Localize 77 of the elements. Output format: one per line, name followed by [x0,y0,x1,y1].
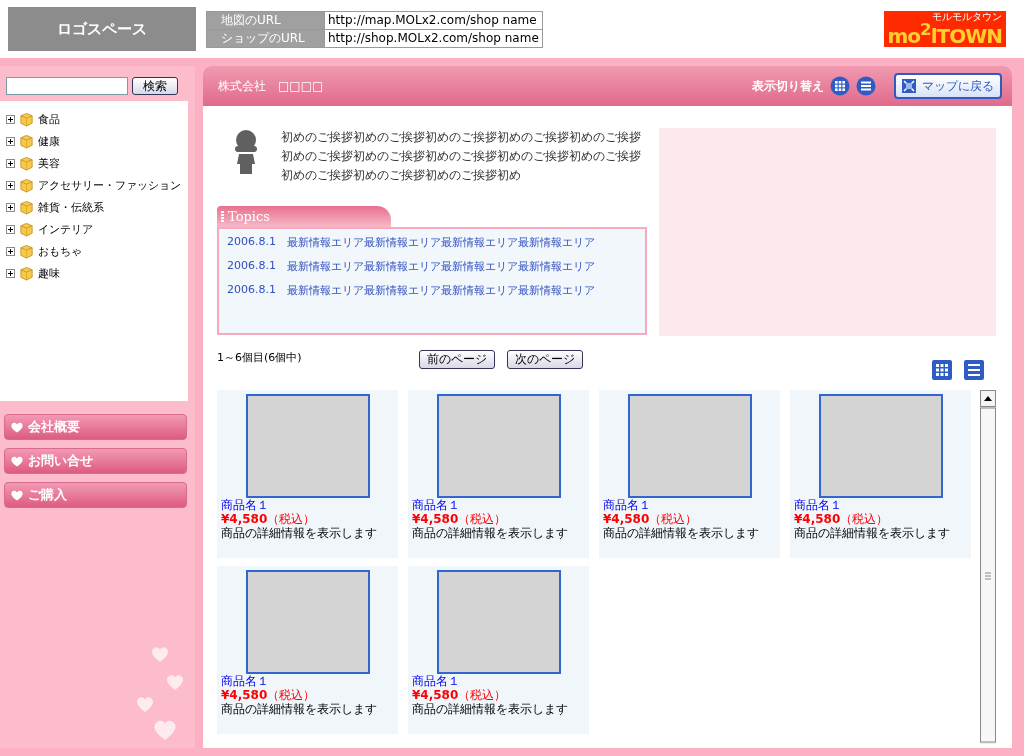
next-page-button[interactable]: 次のページ [507,350,583,369]
scrollbar[interactable] [980,390,996,744]
category-item[interactable]: おもちゃ [38,243,82,259]
product-name[interactable]: 商品名１ [221,674,269,688]
product-price: ¥4,580（税込） [603,512,698,526]
expand-icon[interactable] [6,180,15,190]
box-icon [19,199,34,215]
product-price: ¥4,580（税込） [412,688,507,702]
product-price: ¥4,580（税込） [221,512,316,526]
expand-arrows-icon [902,79,916,93]
category-item[interactable]: インテリア [38,221,93,237]
expand-icon[interactable] [6,202,15,212]
prev-page-button[interactable]: 前のページ [419,350,495,369]
topic-link[interactable]: 最新情報エリア最新情報エリア最新情報エリア最新情報エリア [287,283,595,298]
search-button[interactable]: 検索 [132,77,178,95]
product-name[interactable]: 商品名１ [221,498,269,512]
expand-icon[interactable] [6,268,15,278]
search-field[interactable] [6,77,128,95]
product-description: 商品の詳細情報を表示します [221,702,377,716]
product-card[interactable]: 商品名１ ¥4,580（税込） 商品の詳細情報を表示します [217,566,398,734]
heart-icon [11,421,23,433]
product-name[interactable]: 商品名１ [412,674,460,688]
product-card[interactable]: 商品名１ ¥4,580（税込） 商品の詳細情報を表示します [217,390,398,558]
topic-link[interactable]: 最新情報エリア最新情報エリア最新情報エリア最新情報エリア [287,235,595,250]
company-name: 株式会社 □□□□ [218,77,324,95]
topic-date: 2006.8.1 [227,259,273,274]
product-description: 商品の詳細情報を表示します [412,702,568,716]
product-description: 商品の詳細情報を表示します [603,526,759,540]
product-price: ¥4,580（税込） [412,512,507,526]
product-card[interactable]: 商品名１ ¥4,580（税込） 商品の詳細情報を表示します [408,390,589,558]
expand-icon[interactable] [6,246,15,256]
topic-date: 2006.8.1 [227,235,273,250]
expand-icon[interactable] [6,114,15,124]
product-name[interactable]: 商品名１ [603,498,651,512]
list-view-icon[interactable] [964,360,984,380]
product-name[interactable]: 商品名１ [794,498,842,512]
heart-icon [11,455,23,467]
category-item[interactable]: 食品 [38,111,60,127]
product-card[interactable]: 商品名１ ¥4,580（税込） 商品の詳細情報を表示します [408,566,589,734]
expand-icon[interactable] [6,224,15,234]
category-item[interactable]: 健康 [38,133,60,149]
greeting-text: 初めのご挨拶初めのご挨拶初めのご挨拶初めのご挨拶初めのご挨拶初めのご挨拶初めのご挨拶初めのご挨拶初めのご挨拶初めのご挨拶初めのご挨拶初めのご挨拶初めのご挨拶初め [281,129,642,184]
category-item[interactable]: アクセサリー・ファッション [38,177,181,193]
item-count: 1～6個目(6個中) [217,350,303,365]
product-description: 商品の詳細情報を表示します [794,526,950,540]
list-view-icon[interactable] [856,76,876,96]
grid-view-icon[interactable] [830,76,850,96]
topic-link[interactable]: 最新情報エリア最新情報エリア最新情報エリア最新情報エリア [287,259,595,274]
view-switch-label: 表示切り替え [752,77,824,95]
topic-date: 2006.8.1 [227,283,273,298]
box-icon [19,243,34,259]
heart-icon [11,489,23,501]
box-icon [19,111,34,127]
box-icon [19,221,34,237]
url-value: http://map.MOLx2.com/shop name [324,11,543,29]
product-price: ¥4,580（税込） [221,688,316,702]
category-item[interactable]: 趣味 [38,265,60,281]
back-to-map-button[interactable]: マップに戻る [894,73,1002,99]
box-icon [19,133,34,149]
expand-icon[interactable] [6,158,15,168]
product-price: ¥4,580（税込） [794,512,889,526]
category-item[interactable]: 美容 [38,155,60,171]
product-description: 商品の詳細情報を表示します [412,526,568,540]
brand-logo[interactable]: モルモルタウン mo$^{2}$lTOWN [883,11,1006,47]
product-name[interactable]: 商品名１ [412,498,460,512]
box-icon [19,177,34,193]
category-item[interactable]: 雑貨・伝統系 [38,199,104,215]
product-description: 商品の詳細情報を表示します [221,526,377,540]
logo-placeholder-text: ロゴスペース [57,19,147,39]
box-icon [19,265,34,281]
box-icon [19,155,34,171]
grid-view-icon[interactable] [932,360,952,380]
url-value: http://shop.MOLx2.com/shop name [324,29,543,47]
product-card[interactable]: 商品名１ ¥4,580（税込） 商品の詳細情報を表示します [790,390,971,558]
product-card[interactable]: 商品名１ ¥4,580（税込） 商品の詳細情報を表示します [599,390,780,558]
expand-icon[interactable] [6,136,15,146]
url-label: 地図のURL [206,11,325,29]
